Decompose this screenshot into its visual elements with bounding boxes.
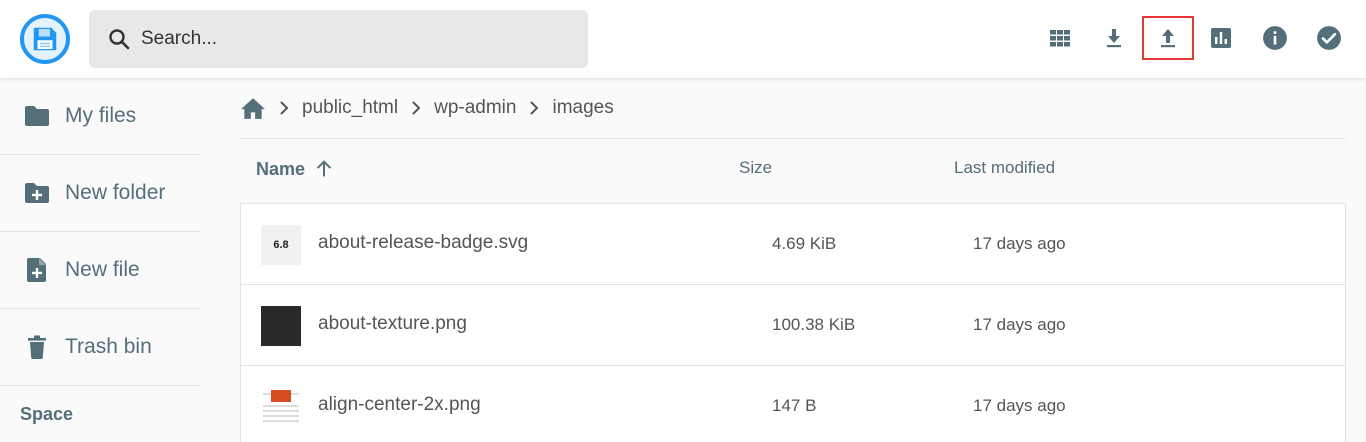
column-header-modified[interactable]: Last modified [954, 158, 1055, 178]
trash-icon [28, 335, 46, 359]
sidebar: My files New folder New file Trash bin S… [0, 78, 200, 442]
file-modified: 17 days ago [973, 396, 1066, 415]
sidebar-item-new-file[interactable]: New file [0, 232, 200, 309]
file-name: about-texture.png [318, 313, 467, 334]
file-name: about-release-badge.svg [318, 232, 529, 253]
list-item[interactable]: about-texture.png 100.38 KiB 17 days ago [241, 285, 1345, 366]
check-circle-icon [1317, 26, 1341, 50]
file-thumbnail [261, 306, 301, 346]
file-thumbnail: 6.8 [261, 225, 301, 265]
info-button[interactable] [1250, 15, 1300, 61]
file-modified: 17 days ago [973, 234, 1066, 253]
column-header-size[interactable]: Size [739, 158, 772, 178]
column-header-name[interactable]: Name [256, 158, 335, 180]
file-plus-icon [27, 258, 46, 282]
list-item[interactable]: align-center-2x.png 147 B 17 days ago [241, 366, 1345, 442]
sidebar-item-new-folder[interactable]: New folder [0, 155, 200, 232]
search-icon [109, 29, 130, 50]
search-input[interactable] [141, 28, 561, 50]
folder-icon [25, 106, 49, 126]
arrow-up-icon [316, 160, 332, 177]
upload-button[interactable] [1142, 16, 1194, 60]
home-icon[interactable] [240, 96, 266, 120]
breadcrumb: public_html wp-admin images [240, 92, 614, 124]
list-item[interactable]: 6.8 about-release-badge.svg 4.69 KiB 17 … [241, 204, 1345, 285]
breadcrumb-item[interactable]: wp-admin [434, 97, 516, 119]
file-thumbnail [261, 387, 301, 427]
divider [240, 138, 1346, 139]
file-modified: 17 days ago [973, 315, 1066, 334]
download-icon [1107, 29, 1121, 48]
grid-view-button[interactable] [1035, 15, 1085, 61]
file-size: 100.38 KiB [772, 315, 856, 334]
file-size: 147 B [772, 396, 817, 415]
file-list: 6.8 about-release-badge.svg 4.69 KiB 17 … [240, 203, 1346, 442]
sidebar-item-my-files[interactable]: My files [0, 78, 200, 155]
sidebar-item-trash-bin[interactable]: Trash bin [0, 309, 200, 386]
search-bar[interactable] [89, 10, 588, 68]
file-size: 4.69 KiB [772, 234, 837, 253]
file-name: align-center-2x.png [318, 394, 481, 415]
select-button[interactable] [1304, 15, 1354, 61]
header [0, 0, 1366, 78]
usage-stats-button[interactable] [1196, 15, 1246, 61]
sidebar-item-label: Trash bin [65, 335, 152, 358]
align-center-image [261, 387, 301, 427]
floppy-disk-icon [33, 27, 57, 51]
bar-chart-icon [1211, 28, 1231, 48]
breadcrumb-item[interactable]: public_html [302, 97, 398, 119]
sidebar-section-space: Space [20, 404, 74, 424]
download-button[interactable] [1089, 15, 1139, 61]
breadcrumb-item[interactable]: images [552, 97, 613, 119]
folder-plus-icon [25, 183, 49, 203]
chevron-right-icon [278, 100, 290, 116]
app-logo[interactable] [20, 14, 70, 64]
sidebar-item-label: New file [65, 258, 140, 281]
thumbnail-badge-text: 6.8 [273, 239, 289, 251]
chevron-right-icon [528, 100, 540, 116]
info-icon [1263, 26, 1287, 50]
sidebar-item-label: My files [65, 104, 137, 127]
upload-icon [1161, 29, 1175, 48]
sidebar-item-label: New folder [65, 181, 166, 204]
grid-icon [1050, 30, 1070, 47]
chevron-right-icon [410, 100, 422, 116]
